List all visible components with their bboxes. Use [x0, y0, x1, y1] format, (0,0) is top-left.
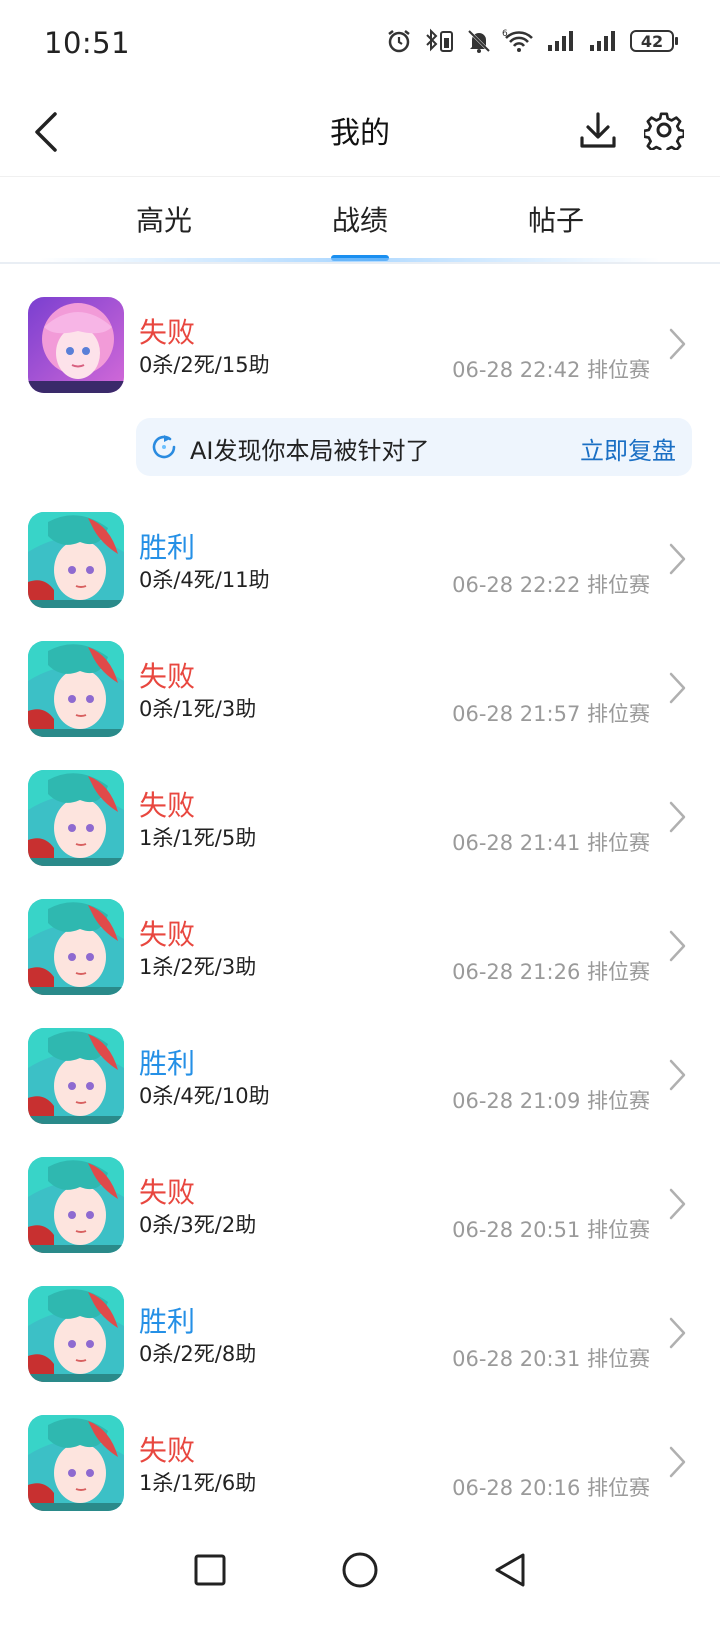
kda-text: 0杀/2死/15助 [139, 353, 270, 377]
chevron-right-icon [669, 1059, 686, 1091]
match-row[interactable]: 失败 0杀/3死/2助 06-28 20:51 排位赛 [0, 1157, 720, 1267]
tab-records[interactable]: 战绩 [300, 199, 420, 239]
result-label: 失败 [139, 660, 196, 693]
settings-button[interactable] [640, 104, 688, 156]
chevron-right-icon [669, 930, 686, 962]
home-icon [342, 1552, 378, 1588]
nav-back-button[interactable] [480, 1540, 540, 1600]
match-row[interactable]: 失败 0杀/2死/15助 06-28 22:42 排位赛 [0, 297, 720, 407]
kda-text: 1杀/1死/6助 [139, 1471, 257, 1495]
hero-avatar-teal [28, 1028, 124, 1124]
match-meta: 06-28 20:16 排位赛 [452, 1476, 650, 1500]
back-icon [495, 1553, 525, 1587]
chevron-right-icon [669, 328, 686, 360]
tab-highlights[interactable]: 高光 [104, 199, 224, 239]
hero-avatar-teal [28, 1415, 124, 1511]
hero-avatar-teal [28, 770, 124, 866]
tab-bar: 高光 战绩 帖子 [0, 177, 720, 263]
recent-apps-icon [194, 1554, 226, 1586]
battery-level: 42 [640, 31, 664, 51]
chevron-right-icon [669, 1317, 686, 1349]
chevron-right-icon [669, 801, 686, 833]
hero-avatar-teal [28, 1157, 124, 1253]
status-icons: 6 42 [386, 28, 678, 54]
alarm-icon [386, 28, 412, 54]
result-label: 胜利 [139, 1305, 196, 1338]
hero-avatar-teal [28, 899, 124, 995]
review-now-link[interactable]: 立即复盘 [580, 431, 676, 466]
match-meta: 06-28 20:31 排位赛 [452, 1347, 650, 1371]
hero-avatar-pink [28, 297, 124, 393]
match-row[interactable]: 失败 1杀/1死/6助 06-28 20:16 排位赛 [0, 1415, 720, 1525]
ai-banner-text: AI发现你本局被针对了 [190, 437, 430, 465]
battery-icon: 42 [630, 30, 678, 52]
signal-icon-1 [546, 29, 578, 53]
hero-avatar-teal [28, 641, 124, 737]
kda-text: 0杀/2死/8助 [139, 1342, 257, 1366]
match-row[interactable]: 失败 0杀/1死/3助 06-28 21:57 排位赛 [0, 641, 720, 751]
status-bar: 10:51 6 42 [0, 0, 720, 90]
svg-text:6: 6 [502, 29, 508, 39]
result-label: 胜利 [139, 1047, 196, 1080]
result-label: 失败 [139, 1176, 196, 1209]
mute-bell-icon [466, 28, 492, 54]
match-row[interactable]: 胜利 0杀/2死/8助 06-28 20:31 排位赛 [0, 1286, 720, 1396]
result-label: 失败 [139, 789, 196, 822]
hero-avatar-teal [28, 512, 124, 608]
download-icon [580, 112, 616, 148]
match-row[interactable]: 胜利 0杀/4死/10助 06-28 21:09 排位赛 [0, 1028, 720, 1138]
kda-text: 1杀/2死/3助 [139, 955, 257, 979]
home-button[interactable] [330, 1540, 390, 1600]
kda-text: 0杀/4死/10助 [139, 1084, 270, 1108]
chevron-right-icon [669, 1446, 686, 1478]
match-meta: 06-28 21:09 排位赛 [452, 1089, 650, 1113]
signal-icon-2 [588, 29, 620, 53]
match-meta: 06-28 20:51 排位赛 [452, 1218, 650, 1242]
match-row[interactable]: 失败 1杀/1死/5助 06-28 21:41 排位赛 [0, 770, 720, 880]
result-label: 失败 [139, 316, 196, 349]
refresh-ai-icon [152, 435, 176, 459]
tab-divider [0, 262, 720, 264]
match-meta: 06-28 22:42 排位赛 [452, 358, 650, 382]
chevron-right-icon [669, 672, 686, 704]
match-row[interactable]: 胜利 0杀/4死/11助 06-28 22:22 排位赛 [0, 512, 720, 622]
system-nav-bar [0, 1540, 720, 1625]
page-header: 我的 [0, 90, 720, 176]
match-meta: 06-28 21:57 排位赛 [452, 702, 650, 726]
download-button[interactable] [574, 104, 622, 156]
result-label: 胜利 [139, 531, 196, 564]
wifi-icon: 6 [502, 28, 536, 54]
ai-review-banner[interactable]: AI发现你本局被针对了 立即复盘 [136, 418, 692, 476]
gear-icon [644, 112, 684, 150]
tab-posts[interactable]: 帖子 [496, 199, 616, 239]
status-time: 10:51 [44, 26, 131, 60]
recent-apps-button[interactable] [180, 1540, 240, 1600]
match-meta: 06-28 21:41 排位赛 [452, 831, 650, 855]
chevron-right-icon [669, 543, 686, 575]
hero-avatar-teal [28, 1286, 124, 1382]
match-row[interactable]: 失败 1杀/2死/3助 06-28 21:26 排位赛 [0, 899, 720, 1009]
bluetooth-battery-icon [422, 28, 456, 54]
kda-text: 1杀/1死/5助 [139, 826, 257, 850]
kda-text: 0杀/4死/11助 [139, 568, 270, 592]
match-meta: 06-28 22:22 排位赛 [452, 573, 650, 597]
match-meta: 06-28 21:26 排位赛 [452, 960, 650, 984]
kda-text: 0杀/1死/3助 [139, 697, 257, 721]
result-label: 失败 [139, 1434, 196, 1467]
result-label: 失败 [139, 918, 196, 951]
chevron-right-icon [669, 1188, 686, 1220]
kda-text: 0杀/3死/2助 [139, 1213, 257, 1237]
